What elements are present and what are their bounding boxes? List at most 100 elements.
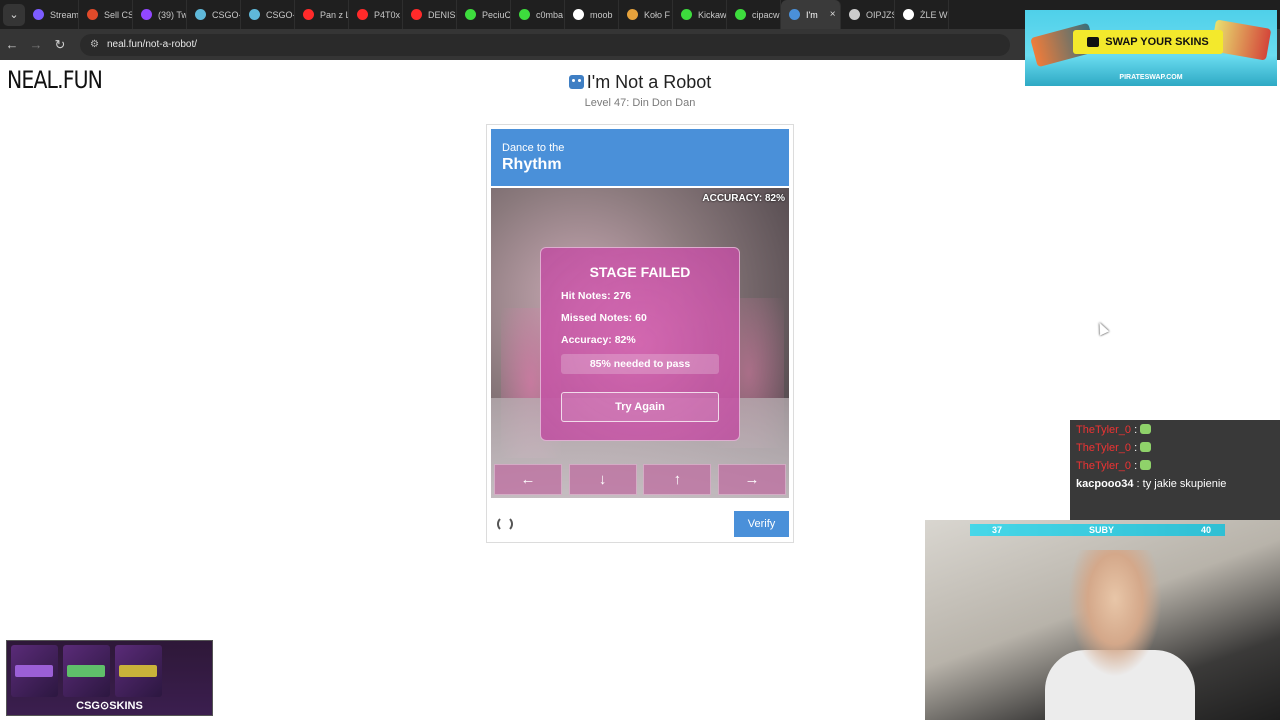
close-tab-icon[interactable]: × xyxy=(830,9,836,20)
captcha-widget: Dance to the Rhythm ACCURACY: 82% STAGE … xyxy=(486,124,794,543)
tab-favicon-icon xyxy=(627,9,638,20)
tab-favicon-icon xyxy=(903,9,914,20)
chat-text: ty jakie skupienie xyxy=(1142,478,1227,490)
browser-tab[interactable]: Stream xyxy=(25,0,79,29)
csgoskins-banner[interactable]: CSG⊙SKINS xyxy=(6,640,213,716)
tab-label: (39) Tw xyxy=(158,9,187,20)
site-info-icon[interactable]: ⚙ xyxy=(90,39,99,50)
browser-tab[interactable]: OIPJZS xyxy=(841,0,895,29)
browser-tab[interactable]: PeciuC xyxy=(457,0,511,29)
chat-message: TheTyler_0 : xyxy=(1076,442,1274,454)
browser-tab[interactable]: CSGO- xyxy=(187,0,241,29)
chat-username: TheTyler_0 xyxy=(1076,460,1132,472)
browser-tab[interactable]: Kickaw xyxy=(673,0,727,29)
url-input[interactable]: ⚙ neal.fun/not-a-robot/ xyxy=(80,33,1010,56)
chat-separator: : xyxy=(1133,478,1143,490)
chat-username: TheTyler_0 xyxy=(1076,442,1132,454)
reload-button[interactable]: ↻ xyxy=(48,37,72,53)
tab-label: DENIS xyxy=(428,9,456,20)
tab-label: I'm xyxy=(806,9,818,20)
tab-label: c0mba xyxy=(536,9,564,20)
verify-button[interactable]: Verify xyxy=(734,511,789,537)
captcha-header: Dance to the Rhythm xyxy=(491,129,789,186)
tab-label: Kickaw xyxy=(698,9,727,20)
browser-tab[interactable]: ŻLE W xyxy=(895,0,949,29)
arrow-down-button[interactable]: ↓ xyxy=(568,464,637,495)
arrow-right-button[interactable]: → xyxy=(717,464,786,495)
tab-favicon-icon xyxy=(573,9,584,20)
refresh-icon[interactable] xyxy=(497,516,513,532)
tab-favicon-icon xyxy=(33,9,44,20)
skin-card xyxy=(115,645,162,697)
browser-tab[interactable]: c0mba xyxy=(511,0,565,29)
weapon-skin-image xyxy=(15,665,53,677)
swap-skins-button[interactable]: SWAP YOUR SKINS xyxy=(1073,30,1223,54)
chat-separator: : xyxy=(1131,424,1141,436)
tab-favicon-icon xyxy=(249,9,260,20)
tab-favicon-icon xyxy=(849,9,860,20)
arrow-left-button[interactable]: ← xyxy=(494,464,562,495)
webcam-feed xyxy=(925,520,1280,720)
chat-username: kacpooo34 xyxy=(1076,478,1134,490)
weapon-skin-image xyxy=(119,665,157,677)
mouse-cursor-icon xyxy=(1094,320,1110,336)
missed-notes: Missed Notes: 60 xyxy=(561,312,647,324)
browser-tab[interactable]: cipacw xyxy=(727,0,781,29)
robot-icon xyxy=(568,75,584,89)
back-button[interactable]: ← xyxy=(0,37,24,52)
browser-tab[interactable]: Pan z L xyxy=(295,0,349,29)
arrow-lanes: ← ↓ ↑ → xyxy=(491,464,789,498)
pass-requirement: 85% needed to pass xyxy=(561,354,719,374)
try-again-button[interactable]: Try Again xyxy=(561,392,719,422)
url-text: neal.fun/not-a-robot/ xyxy=(106,39,198,50)
browser-tab[interactable]: moob xyxy=(565,0,619,29)
forward-button[interactable]: → xyxy=(24,37,48,52)
tab-strip: Stream Sell CS (39) Tw CSGO- CSGO- Pan z L P4T… xyxy=(25,0,949,29)
chat-message: TheTyler_0 : xyxy=(1076,460,1274,472)
ad-url: PIRATESWAP.COM xyxy=(1119,74,1183,81)
browser-tab[interactable]: Koło F xyxy=(619,0,673,29)
captcha-heading: Rhythm xyxy=(502,156,562,173)
browser-tab[interactable]: P4T0x xyxy=(349,0,403,29)
browser-tab[interactable]: (39) Tw xyxy=(133,0,187,29)
tab-label: OIPJZS xyxy=(866,9,895,20)
level-label: Level 47: Din Don Dan xyxy=(584,97,696,109)
tab-favicon-icon xyxy=(357,9,368,20)
tab-label: P4T0x xyxy=(374,9,401,20)
skin-card xyxy=(11,645,58,697)
browser-tab[interactable]: Sell CS xyxy=(79,0,133,29)
chat-separator: : xyxy=(1131,442,1141,454)
skin-card xyxy=(63,645,110,697)
chat-emote-icon xyxy=(1140,424,1152,434)
sub-goal-bar: 37 SUBY 40 xyxy=(970,524,1225,536)
weapon-skin-image xyxy=(67,665,105,677)
chat-emote-icon xyxy=(1140,442,1152,452)
result-accuracy: Accuracy: 82% xyxy=(561,334,636,346)
streamer-face xyxy=(1060,550,1170,690)
browser-tab[interactable]: CSGO- xyxy=(241,0,295,29)
tab-favicon-icon xyxy=(681,9,692,20)
hit-notes: Hit Notes: 276 xyxy=(561,290,632,302)
sub-goal-target: 40 xyxy=(1200,525,1211,535)
sub-goal-label: SUBY xyxy=(1088,525,1114,535)
browser-tab[interactable]: DENIS xyxy=(403,0,457,29)
arrow-up-button[interactable]: ↑ xyxy=(643,464,712,495)
tab-favicon-icon xyxy=(735,9,746,20)
captcha-subtitle: Dance to the xyxy=(502,142,565,154)
chat-message: kacpooo34 : ty jakie skupienie xyxy=(1076,478,1274,490)
page-title-text: I'm Not a Robot xyxy=(586,72,712,92)
chat-username: TheTyler_0 xyxy=(1076,424,1132,436)
tab-label: CSGO- xyxy=(266,9,295,20)
pirateswap-ad[interactable]: SWAP YOUR SKINS PIRATESWAP.COM xyxy=(1025,10,1277,86)
tab-label: Stream xyxy=(50,9,79,20)
result-title: STAGE FAILED xyxy=(589,264,691,280)
browser-tab[interactable]: I'm × xyxy=(781,0,841,29)
tab-label: Sell CS xyxy=(104,9,133,20)
tab-favicon-icon xyxy=(519,9,530,20)
tab-label: Pan z L xyxy=(320,9,349,20)
tab-search-menu-button[interactable]: ⌄ xyxy=(3,3,25,26)
tab-favicon-icon xyxy=(141,9,152,20)
accuracy-badge: ACCURACY: 82% xyxy=(702,193,785,204)
chat-separator: : xyxy=(1131,460,1141,472)
stream-chat: TheTyler_0 : TheTyler_0 : TheTyler_0 : k… xyxy=(1070,420,1280,520)
